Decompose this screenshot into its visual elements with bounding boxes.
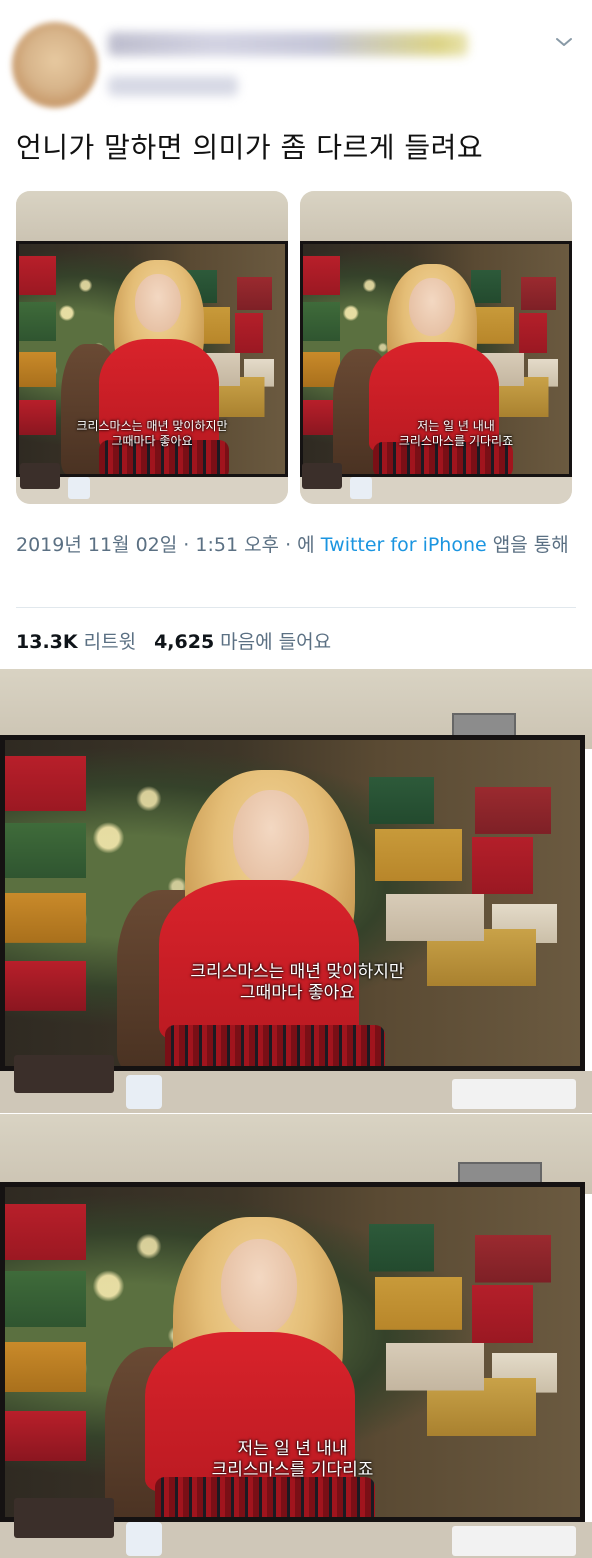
tweet-text: 언니가 말하면 의미가 좀 다르게 들려요 <box>16 131 484 164</box>
blurred-username[interactable] <box>108 76 238 96</box>
tweet-time[interactable]: 1:51 오후 <box>195 534 279 556</box>
box <box>452 1526 576 1556</box>
books <box>14 1498 114 1538</box>
subtitle-line: 크리스마스를 기다리죠 <box>211 1460 374 1481</box>
mug <box>126 1075 162 1109</box>
tweet-photo-1[interactable]: 크리스마스는 매년 맞이하지만 그때마다 좋아요 <box>16 191 288 504</box>
mug <box>68 477 90 499</box>
source-app-link[interactable]: Twitter for iPhone <box>321 534 487 556</box>
separator: · <box>279 534 298 556</box>
subtitle-line: 저는 일 년 내내 <box>417 419 495 433</box>
likes-count: 4,625 <box>154 631 215 653</box>
box <box>452 1079 576 1109</box>
retweets-label: 리트윗 <box>83 631 137 653</box>
retweets-stat[interactable]: 13.3K 리트윗 <box>16 631 136 653</box>
subtitle-line: 그때마다 좋아요 <box>111 434 193 448</box>
subtitle-line: 크리스마스를 기다리죠 <box>398 434 514 448</box>
retweets-count: 13.3K <box>16 631 78 653</box>
mug <box>126 1522 162 1556</box>
chevron-down-icon[interactable] <box>552 30 576 54</box>
separator: · <box>177 534 196 556</box>
large-photo-2: 저는 일 년 내내 크리스마스를 기다리죠 <box>0 1114 592 1558</box>
via-suffix: 앱을 통해 <box>486 534 569 556</box>
subtitle-line: 크리스마스는 매년 맞이하지만 <box>76 419 228 433</box>
books <box>20 463 60 489</box>
books <box>302 463 342 489</box>
large-photo-1: 크리스마스는 매년 맞이하지만 그때마다 좋아요 <box>0 669 592 1113</box>
blurred-display-name[interactable] <box>108 32 468 56</box>
likes-label: 마음에 들어요 <box>220 631 332 653</box>
subtitle-line: 그때마다 좋아요 <box>240 983 355 1004</box>
subtitle-line: 크리스마스는 매년 맞이하지만 <box>190 962 405 982</box>
mug <box>350 477 372 499</box>
tweet-card: 언니가 말하면 의미가 좀 다르게 들려요 크리스마스는 매년 맞이하지만 그때… <box>0 0 592 668</box>
subtitle-line: 저는 일 년 내내 <box>237 1439 348 1459</box>
tweet-date[interactable]: 2019년 11월 02일 <box>16 534 177 556</box>
divider <box>16 607 576 608</box>
books <box>14 1055 114 1093</box>
tweet-stats: 13.3K 리트윗 4,625 마음에 들어요 <box>16 627 331 654</box>
avatar[interactable] <box>12 22 98 108</box>
via-prefix: 에 <box>297 534 321 556</box>
likes-stat[interactable]: 4,625 마음에 들어요 <box>154 631 331 653</box>
tweet-photo-2[interactable]: 저는 일 년 내내 크리스마스를 기다리죠 <box>300 191 572 504</box>
tweet-meta: 2019년 11월 02일 · 1:51 오후 · 에 Twitter for … <box>16 529 576 561</box>
